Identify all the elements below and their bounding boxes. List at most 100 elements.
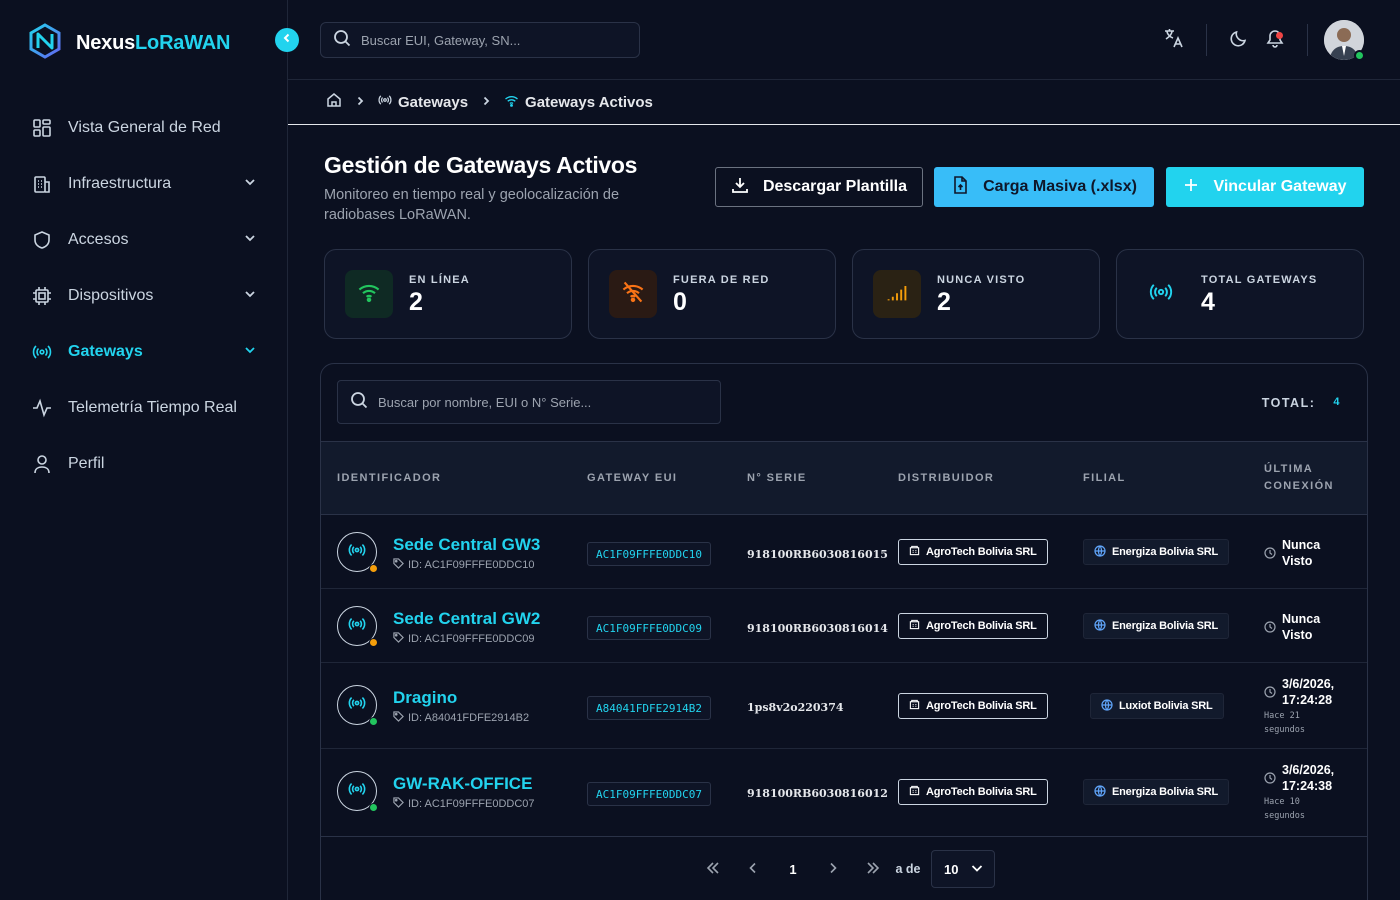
activity-icon [32, 398, 52, 418]
stat-label: FUERA DE RED [673, 274, 770, 286]
building-icon [909, 545, 920, 559]
notifications-button[interactable] [1257, 20, 1293, 60]
header-identificador[interactable]: IDENTIFICADOR [337, 470, 441, 487]
brand[interactable]: NexusLoRaWAN [26, 22, 230, 65]
stat-value: 0 [673, 288, 687, 316]
last-connection: Nunca Visto [1264, 611, 1320, 643]
header-serie[interactable]: N° SERIE [747, 470, 807, 487]
chevrons-right-icon [865, 860, 881, 879]
first-page-button[interactable] [703, 857, 723, 881]
chevron-down-icon [243, 231, 257, 250]
chevrons-left-icon [705, 860, 721, 879]
globe-icon [1101, 698, 1113, 714]
header-filial[interactable]: FILIAL [1083, 470, 1126, 487]
stat-label: TOTAL GATEWAYS [1201, 274, 1318, 286]
global-search[interactable] [320, 22, 640, 58]
table-row[interactable]: Sede Central GW2 ID: AC1F09FFFE0DDC09 AC… [321, 589, 1367, 663]
building-icon [909, 619, 920, 633]
clock-icon [1264, 546, 1276, 569]
notification-dot [1276, 32, 1283, 39]
breadcrumb-gateways[interactable]: Gateways [378, 93, 468, 111]
radio-icon [348, 694, 366, 717]
bulk-upload-button[interactable]: Carga Masiva (.xlsx) [934, 167, 1154, 207]
table-row[interactable]: Sede Central GW3 ID: AC1F09FFFE0DDC10 AC… [321, 515, 1367, 589]
building-icon [909, 785, 920, 799]
chevron-right-icon [826, 861, 840, 878]
sidebar-collapse-button[interactable] [275, 28, 299, 52]
brand-name: NexusLoRaWAN [76, 32, 231, 54]
stat-label: NUNCA VISTO [937, 274, 1026, 286]
download-template-button[interactable]: Descargar Plantilla [715, 167, 923, 207]
chevron-down-icon [970, 861, 984, 878]
global-search-input[interactable] [361, 32, 621, 48]
stat-card-total: TOTAL GATEWAYS 4 [1116, 249, 1364, 339]
filial-chip: Energiza Bolivia SRL [1083, 779, 1230, 805]
table-row[interactable]: GW-RAK-OFFICE ID: AC1F09FFFE0DDC07 AC1F0… [321, 749, 1367, 835]
gateway-name-link[interactable]: Sede Central GW3 [393, 535, 540, 555]
sidebar-item-vista-general[interactable]: Vista General de Red [0, 100, 287, 156]
sidebar-item-gateways[interactable]: Gateways [0, 324, 287, 380]
table-row[interactable]: Dragino ID: A84041FDFE2914B2 A84041FDFE2… [321, 663, 1367, 749]
header-gateway-eui[interactable]: GATEWAY EUI [587, 470, 677, 487]
gateway-id: ID: A84041FDFE2914B2 [393, 711, 529, 725]
stat-card-never-seen: NUNCA VISTO 2 [852, 249, 1100, 339]
eui-chip: A84041FDFE2914B2 [587, 696, 711, 720]
download-icon [731, 176, 749, 199]
total-count: TOTAL: 4 [1261, 396, 1341, 410]
chevron-down-icon [243, 175, 257, 194]
gateway-name-link[interactable]: Sede Central GW2 [393, 609, 540, 629]
sidebar-item-perfil[interactable]: Perfil [0, 436, 287, 492]
filial-chip: Luxiot Bolivia SRL [1090, 693, 1224, 719]
chevron-right-icon [480, 94, 492, 111]
next-page-button[interactable] [823, 857, 843, 881]
globe-icon [1094, 544, 1106, 560]
translate-button[interactable] [1156, 20, 1192, 60]
radio-icon [348, 541, 366, 564]
building-icon [32, 174, 52, 194]
theme-toggle-button[interactable] [1221, 20, 1257, 60]
header-ultima-conexion[interactable]: ÚLTIMA CONEXIÓN [1264, 461, 1334, 495]
header-distribuidor[interactable]: DISTRIBUIDOR [898, 470, 994, 487]
sidebar-item-infraestructura[interactable]: Infraestructura [0, 156, 287, 212]
chevron-left-icon [281, 31, 293, 49]
table-search-input[interactable] [378, 394, 698, 410]
avatar[interactable] [1324, 20, 1365, 61]
link-gateway-button[interactable]: Vincular Gateway [1166, 167, 1364, 207]
gateway-name-link[interactable]: GW-RAK-OFFICE [393, 774, 532, 794]
sidebar-item-accesos[interactable]: Accesos [0, 212, 287, 268]
breadcrumb-gateways-activos: Gateways Activos [504, 93, 653, 112]
building-icon [909, 699, 920, 713]
tag-icon [393, 797, 404, 811]
stat-icon-bg [1137, 270, 1185, 318]
globe-icon [1094, 784, 1106, 800]
wifi-off-icon [621, 280, 645, 309]
last-connection: Nunca Visto [1264, 537, 1320, 569]
distributor-chip: AgroTech Bolivia SRL [898, 613, 1048, 639]
serial-number: 1ps8v2o220374 [747, 701, 844, 714]
sidebar-item-dispositivos[interactable]: Dispositivos [0, 268, 287, 324]
radio-icon [1149, 280, 1173, 309]
radio-icon [378, 93, 392, 111]
last-page-button[interactable] [863, 857, 883, 881]
last-connection: 3/6/2026, 17:24:38 Hace 10 segundos [1264, 763, 1335, 821]
page-subtitle: Monitoreo en tiempo real y geolocalizaci… [324, 187, 620, 223]
stat-value: 4 [1201, 288, 1215, 316]
serial-number: 918100RB6030816015 [747, 548, 888, 561]
serial-number: 918100RB6030816012 [747, 787, 888, 800]
user-icon [32, 454, 52, 474]
table-search[interactable] [337, 380, 721, 424]
prev-page-button[interactable] [743, 857, 763, 881]
gateway-name-link[interactable]: Dragino [393, 688, 457, 708]
page-size-select[interactable]: 10 [931, 850, 995, 888]
page-number[interactable]: 1 [783, 857, 803, 881]
gateway-avatar [337, 606, 378, 647]
gateway-id: ID: AC1F09FFFE0DDC10 [393, 558, 535, 572]
gateway-avatar [337, 532, 378, 573]
page-title: Gestión de Gateways Activos [324, 152, 638, 178]
home-icon[interactable] [326, 92, 342, 112]
filial-chip: Energiza Bolivia SRL [1083, 613, 1230, 639]
translate-icon [1163, 27, 1185, 54]
wifi-icon [504, 93, 519, 112]
sidebar-item-telemetria[interactable]: Telemetría Tiempo Real [0, 380, 287, 436]
bell-icon [1265, 28, 1285, 53]
